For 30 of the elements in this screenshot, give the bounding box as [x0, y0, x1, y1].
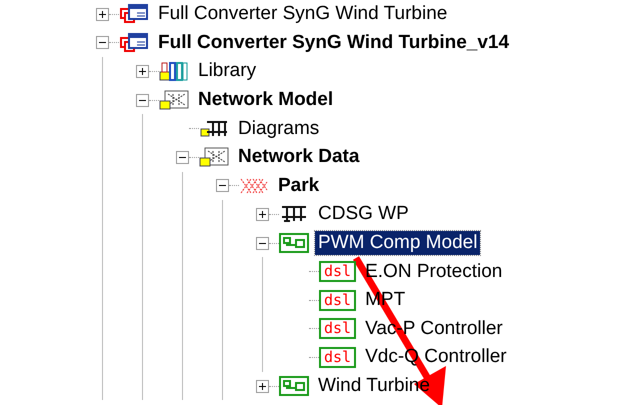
window-stack-icon — [119, 32, 149, 54]
tree-item[interactable]: PWM Comp Model — [315, 231, 480, 256]
block-diagram-icon — [279, 375, 309, 398]
collapse-icon[interactable] — [136, 94, 149, 107]
expand-icon[interactable] — [256, 380, 269, 393]
dsl-badge: dsl — [319, 261, 356, 282]
collapse-icon[interactable] — [216, 179, 229, 192]
window-stack-icon — [119, 3, 149, 26]
tree-item[interactable]: Park — [275, 174, 322, 198]
tree-item[interactable]: Full Converter SynG Wind Turbine — [155, 2, 450, 26]
tree-item[interactable]: Library — [195, 59, 260, 84]
tree-item[interactable]: Network Data — [235, 145, 362, 170]
dsl-badge: dsl — [319, 346, 356, 368]
folder-grid-icon — [159, 89, 189, 112]
block-diagram-icon — [279, 232, 309, 254]
folder-book-icon — [159, 60, 189, 82]
collapse-icon[interactable] — [176, 150, 189, 164]
folder-grid-icon — [199, 146, 229, 168]
expand-icon[interactable] — [96, 8, 109, 21]
dsl-badge: dsl — [319, 318, 356, 340]
tree-item[interactable]: E.ON Protection — [362, 260, 506, 284]
expand-icon[interactable] — [256, 208, 269, 221]
collapse-icon[interactable] — [96, 36, 109, 50]
tree-item[interactable]: Diagrams — [235, 116, 322, 141]
tree-item[interactable]: CDSG WP — [315, 202, 412, 226]
tree-item[interactable]: Network Model — [195, 88, 336, 112]
tree-item[interactable]: Full Converter SynG Wind Turbine_v14 — [155, 30, 512, 55]
dsl-badge: dsl — [319, 290, 356, 311]
expand-icon[interactable] — [136, 64, 149, 78]
collapse-icon[interactable] — [256, 236, 269, 250]
